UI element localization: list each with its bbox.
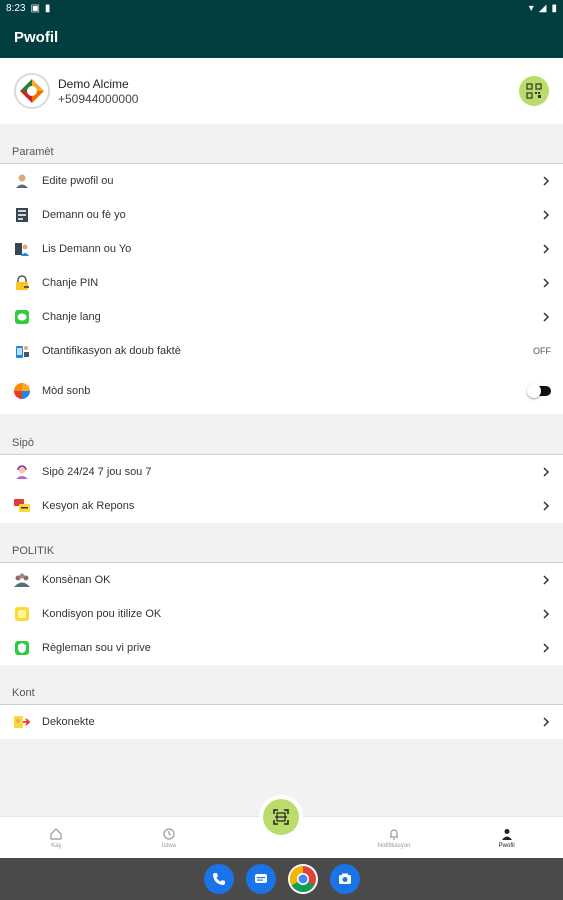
chevron-right-icon [541, 717, 551, 727]
dark-mode-item[interactable]: Mòd sonb [0, 368, 563, 414]
bell-icon [387, 827, 401, 841]
chat-bubble-icon [12, 307, 32, 327]
edit-profile-label: Edite pwofil ou [42, 175, 114, 187]
nav-profile[interactable]: Pwofil [450, 817, 563, 858]
chevron-right-icon [541, 312, 551, 322]
nav-home-label: Kay [51, 842, 62, 849]
nav-history-label: Istwa [161, 842, 176, 849]
request-list-icon [12, 205, 32, 225]
terms-item[interactable]: Kondisyon pou itilize OK [0, 597, 563, 631]
change-pin-label: Chanje PIN [42, 277, 99, 289]
app-bar: Pwofil [0, 17, 563, 58]
change-pin-item[interactable]: Chanje PIN [0, 266, 563, 300]
logout-item[interactable]: Dekonekte [0, 705, 563, 739]
chevron-right-icon [541, 278, 551, 288]
camera-icon [338, 873, 351, 884]
two-factor-label: Otantifikasyon ak doub faktè [42, 345, 181, 357]
chevron-right-icon [541, 210, 551, 220]
support-label: Sipò 24/24 7 jou sou 7 [42, 466, 152, 478]
lock-icon [12, 273, 32, 293]
history-icon [162, 827, 176, 841]
change-language-label: Chanje lang [42, 311, 101, 323]
qr-code-button[interactable] [519, 76, 549, 106]
my-requests-label: Demann ou fè yo [42, 209, 126, 221]
account-group: Dekonekte [0, 705, 563, 739]
messages-app[interactable] [245, 864, 276, 894]
terms-icon [12, 604, 32, 624]
logout-icon [12, 712, 32, 732]
my-requests-item[interactable]: Demann ou fè yo [0, 198, 563, 232]
sim-icon: ▣ [30, 3, 40, 14]
nav-notifications-label: Notifikasyon [377, 842, 411, 849]
status-bar: 8:23 ▣ ▮ ▾ ◢ ▮ [0, 0, 563, 17]
section-header-sipo: Sipò [0, 415, 563, 455]
profile-card[interactable]: Demo Alcime +50944000000 [0, 58, 563, 124]
nav-notifications[interactable]: Notifikasyon [338, 817, 451, 858]
privacy-item[interactable]: Règleman sou vi prive [0, 631, 563, 665]
chevron-right-icon [541, 575, 551, 585]
request-people-icon [12, 239, 32, 259]
battery-icon: ▮ [551, 3, 557, 14]
camera-app[interactable] [329, 864, 360, 894]
chrome-app[interactable] [287, 864, 318, 894]
request-list-label: Lis Demann ou Yo [42, 243, 132, 255]
two-factor-item[interactable]: Otantifikasyon ak doub faktè OFF [0, 334, 563, 368]
scan-icon [273, 809, 289, 825]
chevron-right-icon [541, 176, 551, 186]
home-icon [49, 827, 63, 841]
about-item[interactable]: Konsènan OK [0, 563, 563, 597]
terms-label: Kondisyon pou itilize OK [42, 608, 162, 620]
support-item[interactable]: Sipò 24/24 7 jou sou 7 [0, 455, 563, 489]
chevron-right-icon [541, 501, 551, 511]
user-edit-icon [12, 171, 32, 191]
phone-app[interactable] [203, 864, 234, 894]
support-group: Sipò 24/24 7 jou sou 7 Kesyon ak Repons [0, 455, 563, 523]
about-icon [12, 570, 32, 590]
section-header-politik: POLITIK [0, 523, 563, 563]
privacy-label: Règleman sou vi prive [42, 642, 151, 654]
person-icon [500, 827, 514, 841]
chrome-icon [289, 865, 316, 893]
avatar [14, 73, 50, 109]
storage-icon: ▮ [44, 3, 51, 14]
section-header-parametre: Paramèt [0, 124, 563, 164]
support-agent-icon [12, 462, 32, 482]
dark-mode-label: Mòd sonb [42, 385, 91, 397]
scan-button[interactable] [259, 795, 303, 839]
profile-name: Demo Alcime [58, 76, 129, 91]
profile-phone: +50944000000 [58, 91, 139, 106]
settings-group: Edite pwofil ou Demann ou fè yo Lis Dema… [0, 164, 563, 414]
about-label: Konsènan OK [42, 574, 111, 586]
dark-mode-toggle[interactable] [527, 384, 551, 398]
nav-history[interactable]: Istwa [113, 817, 226, 858]
two-factor-icon [12, 341, 32, 361]
wifi-icon: ▾ [528, 3, 534, 14]
signal-icon: ◢ [538, 3, 547, 14]
faq-label: Kesyon ak Repons [42, 500, 135, 512]
chevron-right-icon [541, 609, 551, 619]
messages-icon [254, 874, 267, 883]
two-factor-status[interactable]: OFF [533, 346, 551, 356]
request-list-item[interactable]: Lis Demann ou Yo [0, 232, 563, 266]
chevron-right-icon [541, 467, 551, 477]
nav-profile-label: Pwofil [498, 842, 515, 849]
privacy-shield-icon [12, 638, 32, 658]
chevron-right-icon [541, 643, 551, 653]
status-time: 8:23 [6, 3, 26, 14]
section-header-kont: Kont [0, 665, 563, 705]
system-dock [0, 858, 563, 900]
policy-group: Konsènan OK Kondisyon pou itilize OK Règ… [0, 563, 563, 665]
nav-home[interactable]: Kay [0, 817, 113, 858]
edit-profile-item[interactable]: Edite pwofil ou [0, 164, 563, 198]
phone-icon [212, 873, 225, 885]
faq-item[interactable]: Kesyon ak Repons [0, 489, 563, 523]
page-title: Pwofil [14, 29, 59, 46]
dark-mode-icon [12, 381, 32, 401]
logout-label: Dekonekte [42, 716, 95, 728]
change-language-item[interactable]: Chanje lang [0, 300, 563, 334]
qr-code-icon [526, 83, 542, 99]
chevron-right-icon [541, 244, 551, 254]
faq-icon [12, 496, 32, 516]
